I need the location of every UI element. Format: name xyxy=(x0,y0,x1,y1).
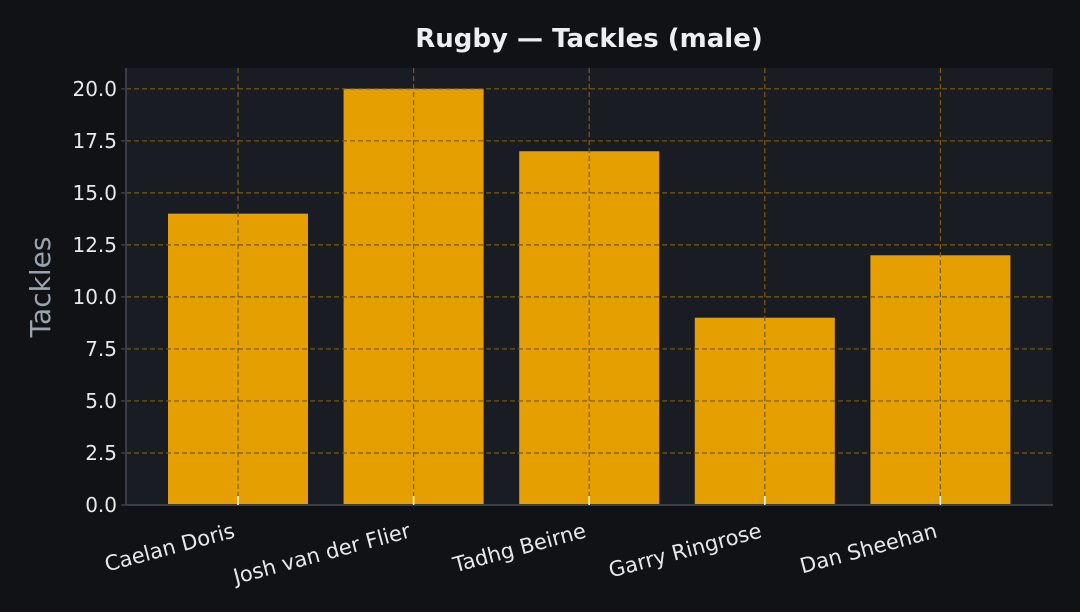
y-tick-label: 17.5 xyxy=(72,129,117,153)
y-tick-label: 5.0 xyxy=(85,389,117,413)
y-tick-label: 10.0 xyxy=(72,285,117,309)
x-tick-label: Josh van der Flier xyxy=(229,519,413,590)
x-tick-label: Tadhg Beirne xyxy=(449,519,588,578)
y-tick-label: 0.0 xyxy=(85,493,117,517)
chart-title: Rugby — Tackles (male) xyxy=(415,24,762,54)
y-axis-label: Tackles xyxy=(24,237,57,339)
x-tick-label: Dan Sheehan xyxy=(797,519,939,579)
chart-container: 0.0 2.5 5.0 7.5 10.0 12.5 15.0 17.5 20.0 Caelan … xyxy=(0,0,1080,612)
y-tick-label: 2.5 xyxy=(85,441,117,465)
y-tick-labels: 0.0 2.5 5.0 7.5 10.0 12.5 15.0 17.5 20.0 xyxy=(72,77,126,517)
y-tick-label: 20.0 xyxy=(72,77,117,101)
bar-chart: 0.0 2.5 5.0 7.5 10.0 12.5 15.0 17.5 20.0 Caelan … xyxy=(24,24,1053,590)
y-tick-label: 12.5 xyxy=(72,233,117,257)
y-tick-label: 7.5 xyxy=(85,337,117,361)
x-tick-label: Garry Ringrose xyxy=(606,519,764,583)
y-tick-label: 15.0 xyxy=(72,181,117,205)
x-tick-label: Caelan Doris xyxy=(102,519,237,577)
x-tick-labels: Caelan DorisJosh van der Flier Tadhg Beir… xyxy=(102,496,942,590)
